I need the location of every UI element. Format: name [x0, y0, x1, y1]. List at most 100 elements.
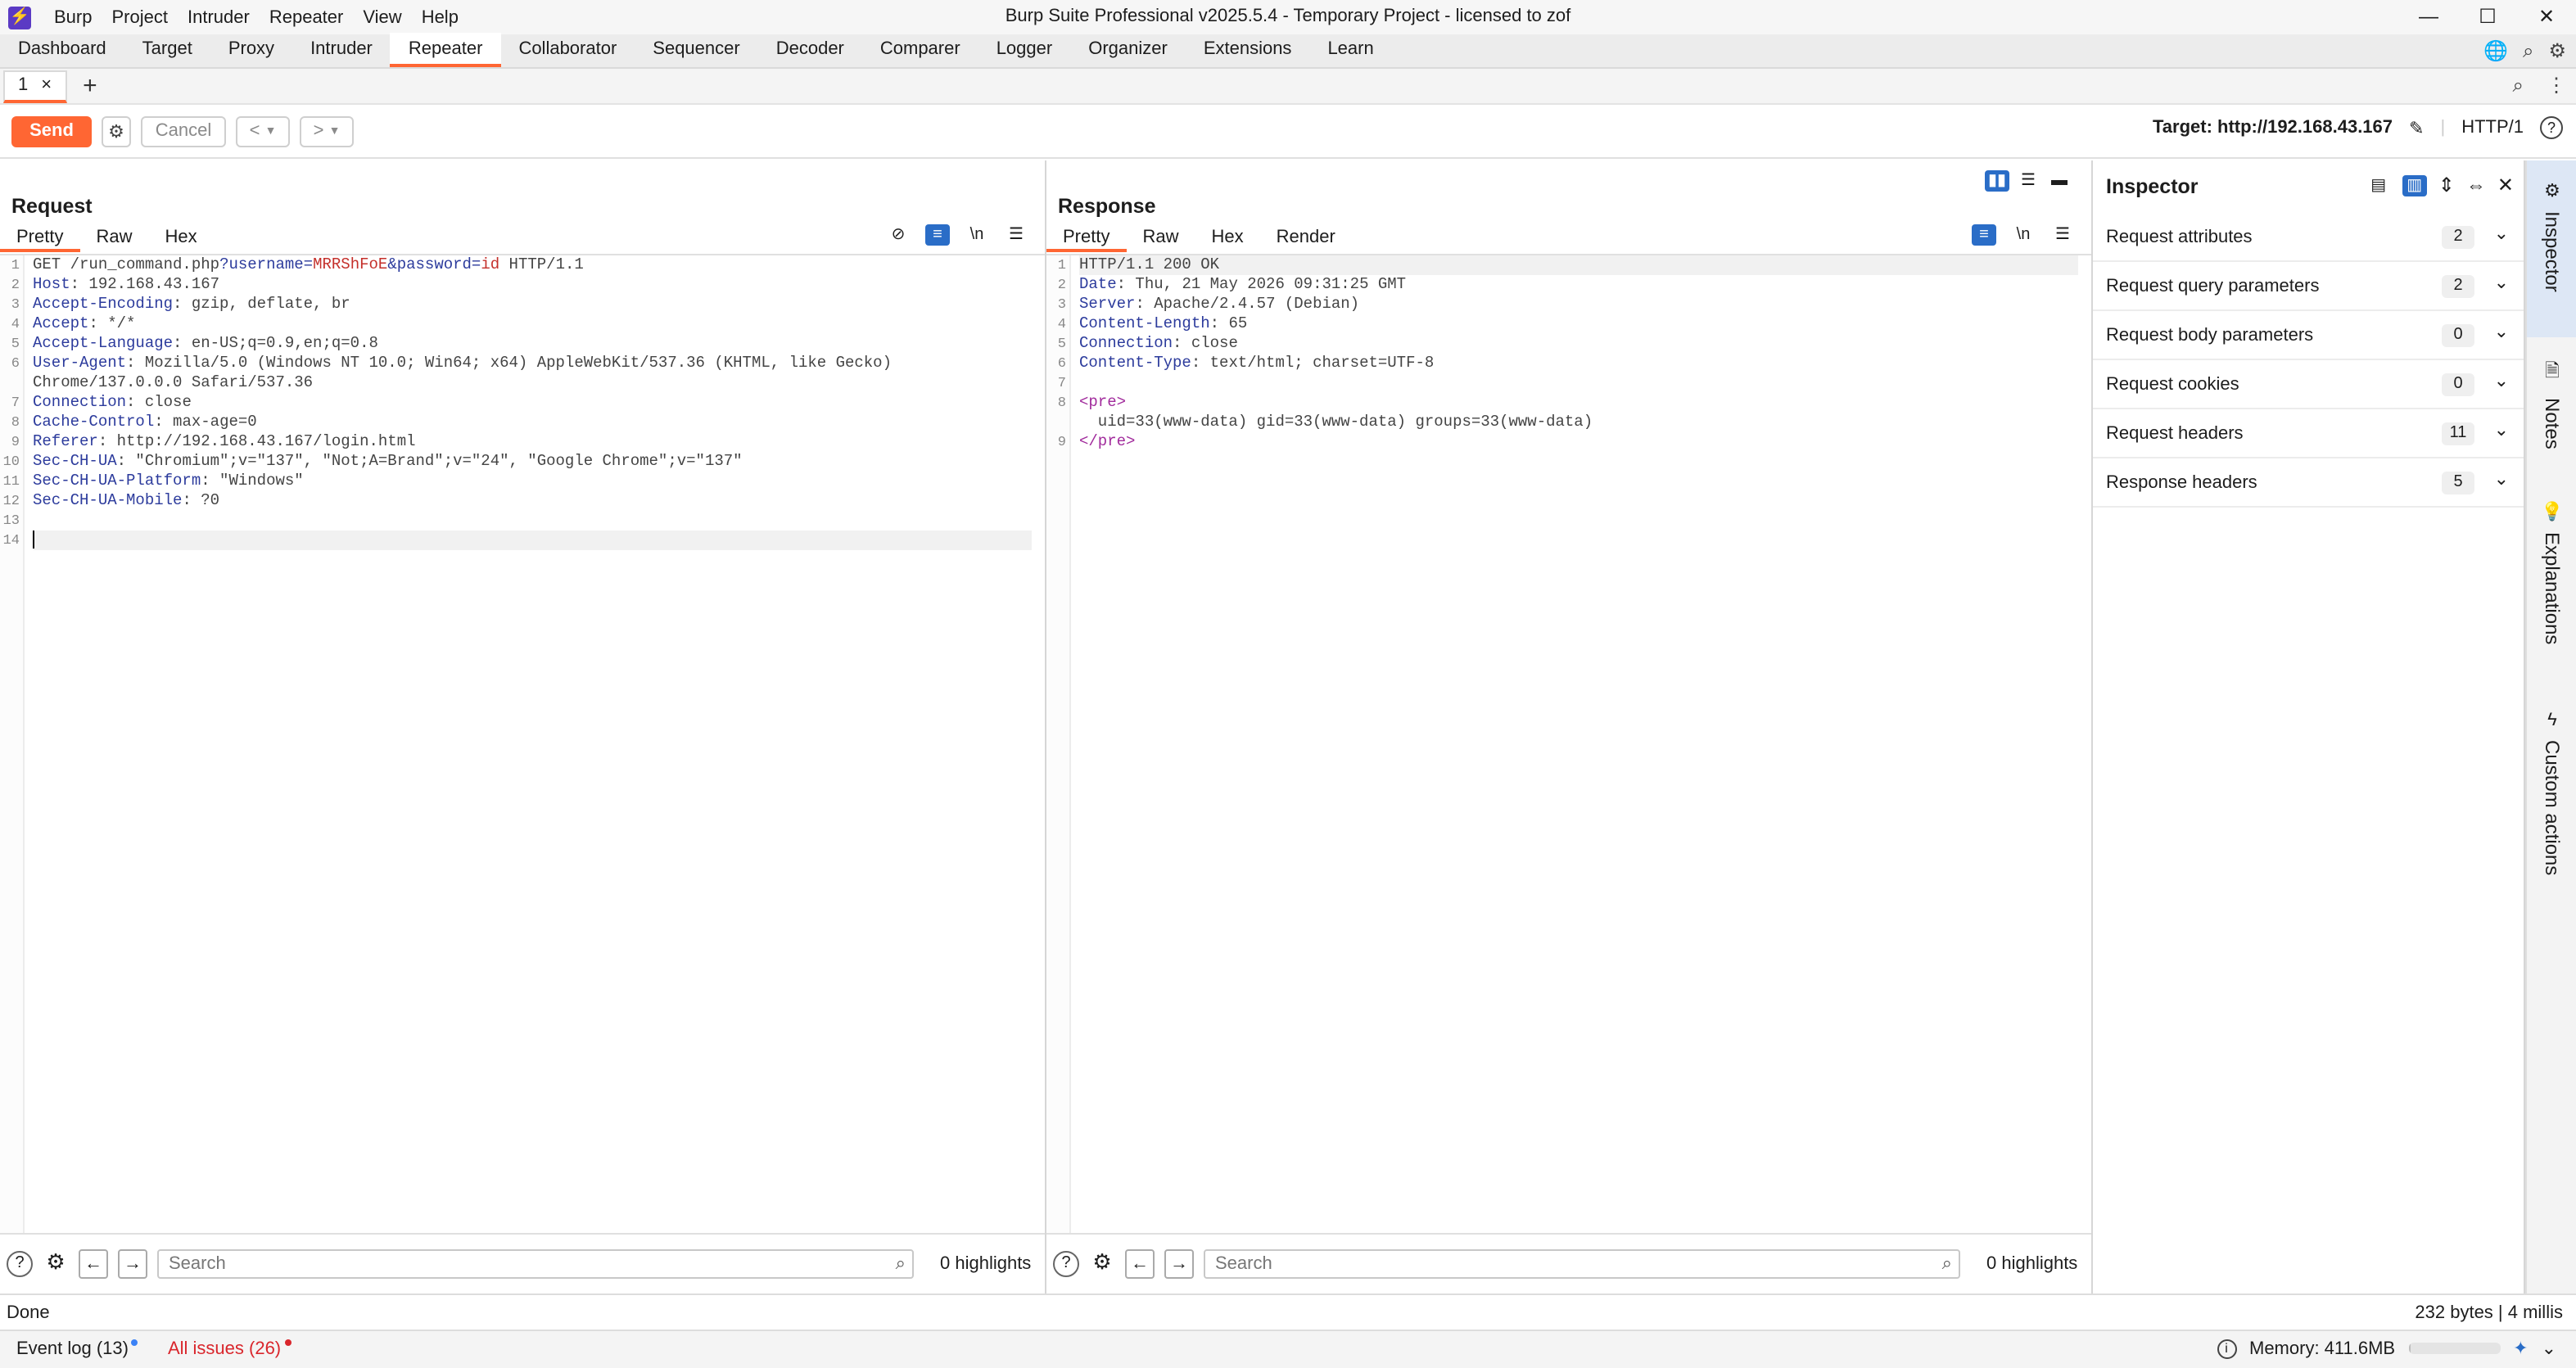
help-icon[interactable]: ?: [7, 1251, 33, 1277]
gear-icon[interactable]: ⚙: [43, 1250, 69, 1277]
wrap-lines-icon[interactable]: ≡: [925, 224, 950, 246]
arrow-left-icon[interactable]: ←: [1125, 1249, 1155, 1279]
response-line[interactable]: Connection: close: [1079, 334, 2078, 354]
expand-all-icon[interactable]: ⇕: [2438, 174, 2455, 196]
settings-gear-icon[interactable]: ⚙: [102, 115, 131, 147]
request-line[interactable]: [33, 530, 1032, 550]
maximize-icon[interactable]: ☐: [2458, 0, 2517, 34]
list-view-icon[interactable]: ▤: [2366, 174, 2391, 196]
request-editor[interactable]: 1 2 3 4 5 6 7 8 9 10 11 12 13 14 GET /run_command.php…: [0, 254, 1045, 1233]
chevron-down-icon[interactable]: ⌄: [2494, 223, 2509, 244]
response-search-input[interactable]: Search ⌕: [1204, 1249, 1960, 1279]
inspector-section-request-attributes[interactable]: Request attributes 2 ⌄: [2093, 213, 2524, 262]
response-tab-pretty[interactable]: Pretty: [1046, 224, 1127, 252]
response-line[interactable]: Content-Length: 65: [1079, 314, 2078, 334]
close-window-icon[interactable]: ✕: [2517, 0, 2576, 34]
chevron-down-icon[interactable]: ⌄: [2494, 468, 2509, 490]
chevron-down-icon[interactable]: ⌄: [2494, 321, 2509, 342]
help-icon[interactable]: ?: [1053, 1251, 1079, 1277]
request-line[interactable]: Accept: */*: [33, 314, 1032, 334]
menu-repeater[interactable]: Repeater: [260, 7, 354, 27]
tab-dashboard[interactable]: Dashboard: [0, 33, 124, 67]
hide-eye-icon[interactable]: ⊘: [886, 224, 911, 246]
tab-decoder[interactable]: Decoder: [758, 33, 862, 67]
request-line[interactable]: Accept-Encoding: gzip, deflate, br: [33, 295, 1032, 314]
tab-sequencer[interactable]: Sequencer: [635, 33, 757, 67]
send-button[interactable]: Send: [11, 115, 92, 147]
more-options-icon[interactable]: ⋮: [2547, 74, 2566, 98]
request-line[interactable]: GET /run_command.php?username=MRRShFoE&p…: [33, 255, 1032, 275]
panel-view-icon[interactable]: ▥: [2402, 174, 2427, 196]
request-lines[interactable]: GET /run_command.php?username=MRRShFoE&p…: [33, 255, 1032, 550]
tab-collaborator[interactable]: Collaborator: [500, 33, 635, 67]
tab-comparer[interactable]: Comparer: [862, 33, 978, 67]
request-tab-raw[interactable]: Raw: [79, 224, 148, 252]
tab-organizer[interactable]: Organizer: [1070, 33, 1186, 67]
cancel-button[interactable]: Cancel: [141, 115, 226, 147]
close-tab-icon[interactable]: ×: [41, 75, 52, 95]
request-line[interactable]: Chrome/137.0.0.0 Safari/537.36: [33, 373, 1032, 393]
rail-tab-inspector[interactable]: ⚙ Inspector: [2527, 160, 2576, 337]
request-line[interactable]: Sec-CH-UA: "Chromium";v="137", "Not;A=Br…: [33, 452, 1032, 472]
repeater-tab-1[interactable]: 1 ×: [3, 70, 67, 102]
tab-repeater[interactable]: Repeater: [390, 33, 501, 67]
tab-target[interactable]: Target: [124, 33, 210, 67]
inspector-section-request-query-parameters[interactable]: Request query parameters 2 ⌄: [2093, 262, 2524, 311]
menu-project[interactable]: Project: [102, 7, 179, 27]
gear-icon[interactable]: ⚙: [1089, 1250, 1115, 1277]
arrow-right-icon[interactable]: →: [118, 1249, 147, 1279]
menu-burp[interactable]: Burp: [44, 7, 102, 27]
inspector-section-request-headers[interactable]: Request headers 11 ⌄: [2093, 409, 2524, 458]
chevron-down-icon[interactable]: ⌄: [2494, 370, 2509, 391]
tab-proxy[interactable]: Proxy: [210, 33, 292, 67]
tab-intruder[interactable]: Intruder: [292, 33, 391, 67]
menu-icon[interactable]: ☰: [1004, 224, 1028, 246]
collapse-all-icon[interactable]: ⇔: [2466, 174, 2486, 196]
response-line[interactable]: HTTP/1.1 200 OK: [1079, 255, 2078, 275]
all-issues-button[interactable]: All issues (26): [138, 1339, 291, 1360]
response-tab-hex[interactable]: Hex: [1195, 224, 1260, 252]
event-log-button[interactable]: Event log (13): [0, 1339, 138, 1360]
rail-tab-explanations[interactable]: 💡 Explanations: [2527, 488, 2576, 671]
wrap-lines-icon[interactable]: ≡: [1972, 224, 1996, 246]
request-line[interactable]: Host: 192.168.43.167: [33, 275, 1032, 295]
response-line[interactable]: uid=33(www-data) gid=33(www-data) groups…: [1079, 413, 2078, 432]
edit-target-pencil-icon[interactable]: ✎: [2409, 117, 2424, 138]
request-line[interactable]: Accept-Language: en-US;q=0.9,en;q=0.8: [33, 334, 1032, 354]
newline-toggle-icon[interactable]: \n: [2011, 224, 2036, 246]
search-tabs-icon[interactable]: ⌕: [2513, 74, 2524, 98]
http-version-selector[interactable]: HTTP/1: [2461, 118, 2524, 138]
search-icon[interactable]: ⌕: [2523, 39, 2533, 64]
request-line[interactable]: Sec-CH-UA-Platform: "Windows": [33, 472, 1032, 491]
request-line[interactable]: Sec-CH-UA-Mobile: ?0: [33, 491, 1032, 511]
rail-tab-notes[interactable]: 🗎 Notes: [2527, 344, 2576, 468]
request-line[interactable]: User-Agent: Mozilla/5.0 (Windows NT 10.0…: [33, 354, 1032, 373]
menu-view[interactable]: View: [353, 7, 411, 27]
response-lines[interactable]: HTTP/1.1 200 OK Date: Thu, 21 May 2026 09…: [1079, 255, 2078, 452]
info-icon[interactable]: i: [2217, 1339, 2236, 1358]
globe-icon[interactable]: 🌐: [2483, 39, 2508, 64]
request-line[interactable]: Connection: close: [33, 393, 1032, 413]
tab-logger[interactable]: Logger: [978, 33, 1071, 67]
inspector-section-response-headers[interactable]: Response headers 5 ⌄: [2093, 458, 2524, 508]
response-line[interactable]: [1079, 373, 2078, 393]
chevron-down-icon[interactable]: ⌄: [2542, 1338, 2556, 1359]
response-editor[interactable]: 1 2 3 4 5 6 7 8 9 HTTP/1.1 200 OK Date: Thu, 21 M…: [1046, 254, 2091, 1233]
ai-sparkle-icon[interactable]: ✦: [2513, 1338, 2528, 1359]
tab-learn[interactable]: Learn: [1309, 33, 1391, 67]
rail-tab-custom-actions[interactable]: ϟ Custom actions: [2527, 698, 2576, 907]
response-line[interactable]: Content-Type: text/html; charset=UTF-8: [1079, 354, 2078, 373]
gear-icon[interactable]: ⚙: [2548, 39, 2566, 64]
inspector-section-request-body-parameters[interactable]: Request body parameters 0 ⌄: [2093, 311, 2524, 360]
response-tab-render[interactable]: Render: [1260, 224, 1352, 252]
minimize-icon[interactable]: —: [2399, 0, 2458, 34]
inspector-section-request-cookies[interactable]: Request cookies 0 ⌄: [2093, 360, 2524, 409]
response-line[interactable]: <pre>: [1079, 393, 2078, 413]
arrow-left-icon[interactable]: ←: [79, 1249, 108, 1279]
arrow-right-icon[interactable]: →: [1164, 1249, 1194, 1279]
help-icon[interactable]: ?: [2540, 116, 2563, 139]
request-search-input[interactable]: Search ⌕: [157, 1249, 914, 1279]
request-line[interactable]: [33, 511, 1032, 530]
newline-toggle-icon[interactable]: \n: [965, 224, 989, 246]
response-line[interactable]: Server: Apache/2.4.57 (Debian): [1079, 295, 2078, 314]
